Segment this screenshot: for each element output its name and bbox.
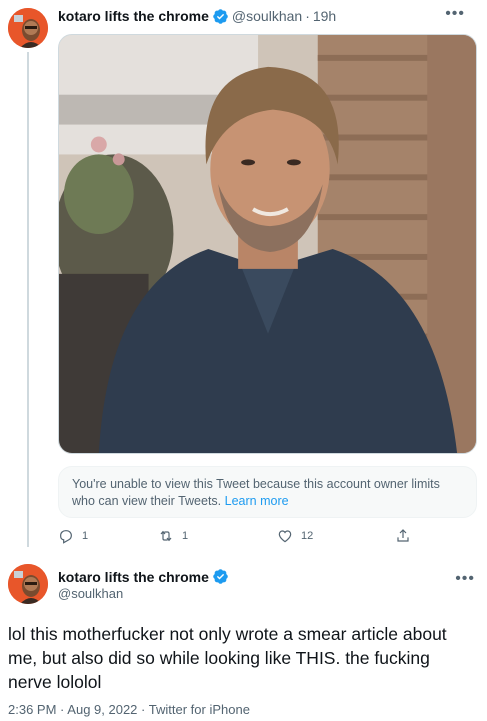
more-dots-icon[interactable]: ••• [455, 570, 475, 588]
tweet-metadata: 2:36 PM · Aug 9, 2022 · Twitter for iPho… [8, 702, 250, 717]
retweet-icon [160, 530, 172, 542]
heart-icon [278, 530, 292, 543]
like-count: 12 [301, 530, 314, 542]
photo-image [59, 35, 476, 453]
retweet-count: 1 [182, 530, 189, 542]
share-button[interactable] [395, 528, 419, 544]
like-button[interactable]: 12 [277, 528, 313, 544]
avatar-image [8, 8, 48, 48]
avatar[interactable] [8, 564, 48, 604]
tweet-header: kotaro lifts the chrome @soulkhan · 19h … [58, 6, 477, 26]
reply-icon [60, 530, 72, 544]
retweet-button[interactable]: 1 [158, 528, 188, 544]
display-name[interactable]: kotaro lifts the chrome [58, 8, 209, 24]
reply-button[interactable]: 1 [58, 528, 88, 544]
tweet-photo[interactable] [58, 34, 477, 454]
avatar[interactable] [8, 8, 48, 48]
tweet-actions: 1 1 12 [58, 528, 418, 548]
handle[interactable]: @soulkhan [58, 586, 123, 601]
meta-separator: · [60, 702, 65, 717]
thread-connector-line [27, 52, 29, 547]
display-name[interactable]: kotaro lifts the chrome [58, 569, 209, 585]
tweet-time[interactable]: 2:36 PM [8, 702, 56, 717]
reply-count: 1 [82, 530, 89, 542]
unavailable-quote-notice: You're unable to view this Tweet because… [58, 466, 477, 518]
meta-separator: · [141, 702, 146, 717]
more-dots-icon[interactable]: ••• [445, 6, 465, 22]
handle[interactable]: @soulkhan [232, 8, 302, 24]
learn-more-link[interactable]: Learn more [225, 494, 289, 508]
avatar-image [8, 564, 48, 604]
verified-badge-icon [212, 8, 229, 25]
tweet-source[interactable]: Twitter for iPhone [149, 702, 250, 717]
separator: · [305, 8, 310, 24]
tweet-text: lol this motherfucker not only wrote a s… [8, 624, 447, 692]
tweet-author-name-row: kotaro lifts the chrome [58, 568, 232, 585]
tweet-date[interactable]: Aug 9, 2022 [67, 702, 137, 717]
verified-badge-icon [212, 568, 229, 585]
share-icon [397, 529, 409, 542]
timestamp[interactable]: 19h [313, 8, 336, 24]
